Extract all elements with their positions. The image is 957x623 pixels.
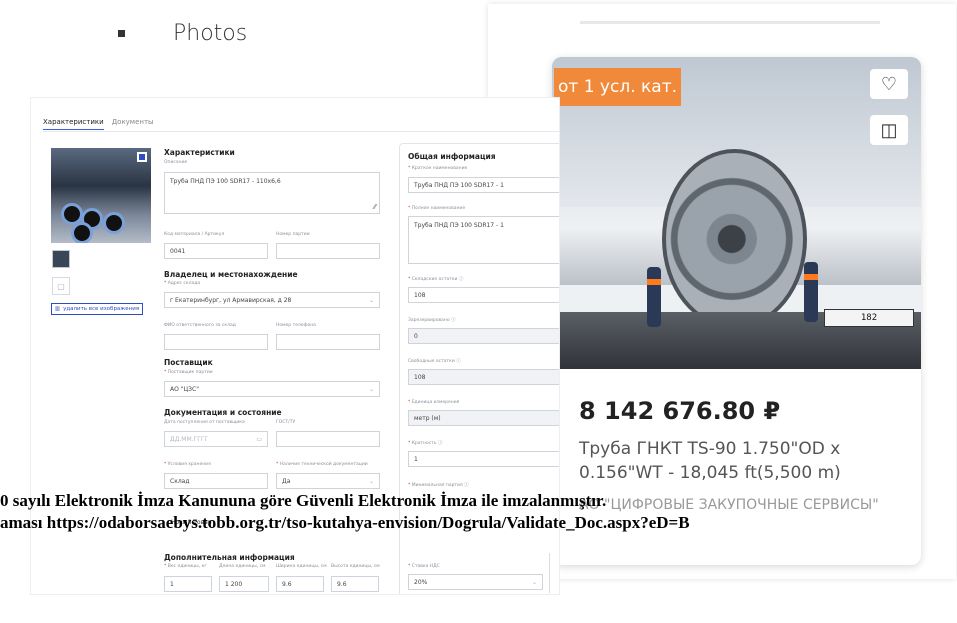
license-plate: 182 [824, 309, 914, 327]
code-input[interactable]: 0041 [164, 243, 268, 259]
full-name-textarea[interactable]: Труба ПНД ПЭ 100 SDR17 - 1 [408, 216, 559, 264]
product-main-image[interactable] [51, 148, 151, 243]
supplier-value: АО "ЦЗС" [170, 385, 199, 393]
techdoc-label: * Наличие технической документации [276, 462, 368, 467]
address-select[interactable]: г Екатеринбург, ул Армавирская, д 28 ⌄ [164, 292, 380, 308]
storage-label: * Условия хранения [164, 462, 211, 467]
product-price: 8 142 676.80 ₽ [579, 397, 781, 425]
length-label: Длина единицы, см [219, 564, 266, 569]
image-placeholder-icon[interactable]: ▢ [52, 277, 70, 295]
vat-select[interactable]: 20% ⌄ [408, 574, 543, 590]
desc-label: Описание [164, 160, 188, 165]
product-photo[interactable]: 182 от 1 усл. кат. ♡ ◫ [552, 57, 921, 369]
delete-all-images-label: удалить все изображения [63, 306, 140, 312]
height-label: Высота единицы, см [331, 564, 380, 569]
code-label: Код материала / Артикул [164, 232, 225, 237]
column-divider [549, 553, 550, 593]
phone-label: Номер телефона [276, 323, 316, 328]
card-top-divider [580, 21, 880, 24]
height-input[interactable]: 9.6 [331, 576, 379, 592]
signature-notice-line2[interactable]: aması https://odaborsaebys.tobb.org.tr/t… [0, 513, 690, 533]
address-label: * Адрес склада [164, 281, 201, 286]
short-name-label: * Краткое наименование [408, 166, 468, 171]
batch-input[interactable] [276, 243, 380, 259]
worker-figure [647, 267, 661, 327]
date-placeholder: ДД.ММ.ГГГГ [170, 435, 209, 443]
signature-notice-line1: 0 sayılı Elektronik İmza Kanununa göre G… [0, 491, 607, 510]
code-value: 0041 [170, 247, 186, 255]
section-title-docs: Документация и состояние [164, 408, 282, 417]
tab-documents[interactable]: Документы [112, 118, 154, 130]
mult-label: * Кратность ⓘ [408, 441, 443, 446]
date-label: Дата поступления от поставщика [164, 420, 245, 425]
vat-label: * Ставка НДС [408, 564, 440, 569]
unit-label: * Единица измерения [408, 400, 460, 405]
section-title-extra: Дополнительная информация [164, 553, 295, 562]
worker-figure [804, 262, 818, 322]
chevron-down-icon: ⌄ [368, 386, 374, 393]
bullet-text: Photos [173, 20, 248, 46]
tu-label: ГОСТ/ТУ [276, 420, 296, 425]
description-textarea[interactable]: Труба ПНД ПЭ 100 SDR17 - 110х6,6 ⁄⁄ [164, 172, 380, 214]
length-input[interactable]: 1 200 [219, 576, 269, 592]
supplier-label: * Поставщик партии [164, 370, 213, 375]
bullet-marker [118, 29, 125, 37]
weight-label: * Вес единицы, кг [164, 564, 207, 569]
section-title-general: Общая информация [408, 152, 496, 161]
techdoc-select[interactable]: Да ⌄ [276, 473, 380, 489]
date-input[interactable]: ДД.ММ.ГГГГ ▭ [164, 431, 268, 447]
section-title-characteristics: Характеристики [164, 148, 235, 157]
width-input[interactable]: 9.6 [276, 576, 324, 592]
stock-input[interactable]: 108 [408, 287, 559, 303]
chevron-down-icon: ⌄ [368, 478, 374, 485]
select-checkbox[interactable] [137, 152, 147, 162]
batch-label: Номер партии [276, 232, 310, 237]
calendar-icon[interactable]: ▭ [256, 436, 262, 443]
phone-input[interactable] [276, 334, 380, 350]
mult-input[interactable]: 1 [408, 451, 559, 467]
chevron-down-icon: ⌄ [531, 579, 537, 586]
stock-label: * Складские остатки ⓘ [408, 277, 464, 282]
full-name-label: * Полное наименование [408, 206, 466, 211]
supplier-select[interactable]: АО "ЦЗС" ⌄ [164, 381, 380, 397]
product-description[interactable]: Труба ГНКТ TS-90 1.750"OD x 0.156"WT - 1… [579, 437, 909, 485]
compare-icon[interactable]: ◫ [870, 115, 908, 145]
form-tabs: Характеристики Документы [43, 118, 154, 130]
delete-all-images-button[interactable]: ▥ удалить все изображения [51, 303, 143, 315]
responsible-label: ФИО ответственного за склад [164, 323, 236, 328]
bullet-item: Photos [118, 18, 247, 48]
short-name-input[interactable]: Труба ПНД ПЭ 100 SDR17 - 1 [408, 177, 559, 193]
tabs-divider [43, 131, 559, 132]
tab-characteristics[interactable]: Характеристики [43, 118, 104, 130]
unit-input: метр (м) [408, 410, 559, 426]
heart-icon[interactable]: ♡ [870, 69, 908, 99]
section-title-owner: Владелец и местонахождение [164, 270, 298, 279]
techdoc-value: Да [282, 477, 291, 485]
description-value: Труба ПНД ПЭ 100 SDR17 - 110х6,6 [170, 178, 281, 185]
address-value: г Екатеринбург, ул Армавирская, д 28 [170, 296, 292, 304]
reserved-label: Зарезервировано ⓘ [408, 318, 456, 323]
cable-spool [662, 149, 807, 329]
product-card[interactable]: 182 от 1 усл. кат. ♡ ◫ 8 142 676.80 ₽ Тр… [552, 57, 921, 565]
category-badge: от 1 усл. кат. [554, 68, 681, 106]
tu-input[interactable] [276, 431, 380, 447]
resize-handle-icon[interactable]: ⁄⁄ [374, 203, 376, 211]
chevron-down-icon: ⌄ [368, 297, 374, 304]
seller-name[interactable]: АО "ЦИФРОВЫЕ ЗАКУПОЧНЫЕ СЕРВИСЫ" [579, 497, 909, 513]
width-label: Ширина единицы, см [276, 564, 327, 569]
trash-icon: ▥ [54, 306, 61, 312]
reserved-input: 0 [408, 328, 559, 344]
section-title-supplier: Поставщик [164, 358, 213, 367]
free-input: 108 [408, 369, 559, 385]
min-batch-label: * Минимальная партия ⓘ [408, 483, 469, 488]
storage-value: Склад [170, 477, 190, 485]
image-thumbnail[interactable] [52, 250, 70, 268]
weight-input[interactable]: 1 [164, 576, 212, 592]
storage-input[interactable]: Склад [164, 473, 268, 489]
free-label: Свободные остатки ⓘ [408, 359, 461, 364]
responsible-input[interactable] [164, 334, 268, 350]
